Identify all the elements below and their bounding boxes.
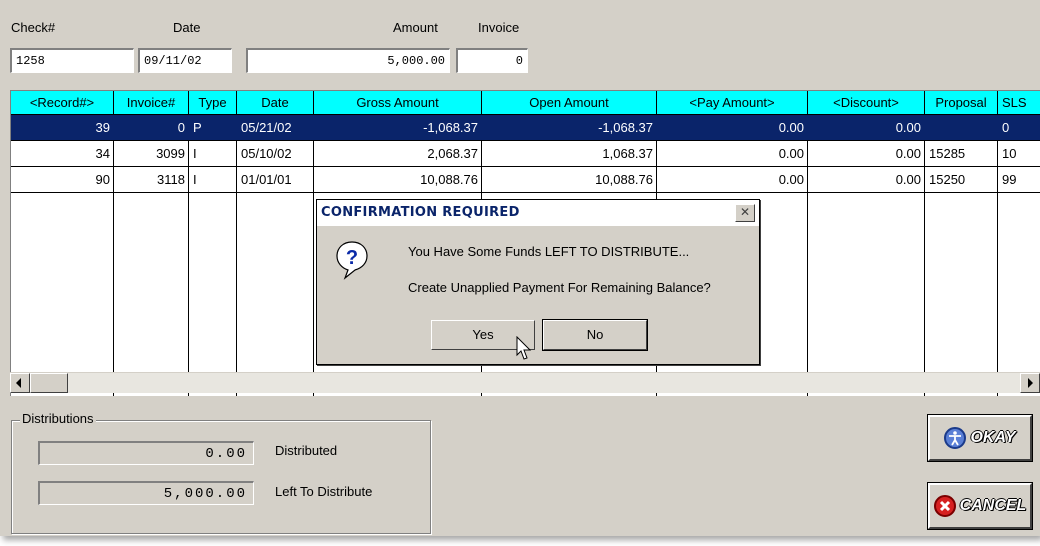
table-row[interactable]: 39 0 P 05/21/02 -1,068.37 -1,068.37 0.00…	[11, 115, 1040, 141]
cell-invoice: 3099	[156, 146, 185, 161]
okay-label: OKAY	[970, 429, 1016, 446]
cell-invoice: 3118	[157, 172, 185, 187]
cell-date: 01/01/01	[241, 172, 292, 187]
invoice-label: Invoice	[478, 20, 520, 35]
accessibility-icon	[944, 427, 967, 449]
left-to-distribute-amount: 5,000.00	[38, 481, 254, 505]
cell-date: 05/21/02	[241, 120, 292, 135]
distributions-title: Distributions	[20, 411, 96, 426]
dialog-title: CONFIRMATION REQUIRED	[317, 200, 759, 226]
cell-gross: 10,088.76	[420, 172, 478, 187]
svg-text:?: ?	[346, 247, 358, 269]
amount-field[interactable]: 5,000.00	[246, 48, 450, 73]
check-label: Check#	[11, 20, 56, 35]
col-header-open[interactable]: Open Amount	[482, 91, 657, 115]
confirmation-dialog: CONFIRMATION REQUIRED ✕ ? You Have Some …	[316, 199, 760, 365]
amount-label: Amount	[393, 20, 438, 35]
col-header-gross[interactable]: Gross Amount	[314, 91, 482, 115]
cell-discount[interactable]: 0.00	[808, 115, 925, 140]
no-button[interactable]: No	[543, 320, 647, 350]
cell-record: 34	[95, 146, 110, 161]
cell-sls: 10	[1002, 146, 1017, 161]
left-to-distribute-label: Left To Distribute	[275, 484, 373, 499]
col-header-proposal[interactable]: Proposal	[925, 91, 998, 115]
cancel-label: CANCEL	[959, 497, 1027, 514]
cell-date: 05/10/02	[241, 146, 292, 161]
okay-button[interactable]: OKAY	[928, 415, 1032, 461]
cell-pay[interactable]: 0.00	[657, 141, 808, 166]
table-row[interactable]: 34 3099 I 05/10/02 2,068.37 1,068.37 0.0…	[11, 141, 1040, 167]
col-header-sls[interactable]: SLS	[998, 91, 1040, 115]
col-header-discount[interactable]: <Discount>	[808, 91, 925, 115]
cell-proposal: 15250	[929, 172, 966, 187]
payment-distribution-window: Check# Date Amount Invoice 1258 09/11/02…	[0, 0, 1040, 536]
dialog-close-button[interactable]: ✕	[735, 204, 755, 222]
cell-discount[interactable]: 0.00	[808, 141, 925, 166]
table-row[interactable]: 90 3118 I 01/01/01 10,088.76 10,088.76 0…	[11, 167, 1040, 193]
distributed-amount: 0.00	[38, 441, 254, 465]
cell-invoice: 0	[177, 120, 185, 135]
cell-type: P	[193, 120, 202, 135]
scroll-left-button[interactable]	[10, 373, 30, 393]
cell-sls: 99	[1002, 172, 1017, 187]
cell-pay[interactable]: 0.00	[657, 115, 808, 140]
arrow-left-icon	[16, 378, 21, 388]
col-header-invoice[interactable]: Invoice#	[114, 91, 189, 115]
scroll-thumb[interactable]	[30, 373, 68, 393]
cancel-button[interactable]: CANCEL	[928, 483, 1032, 529]
cell-gross: 2,068.37	[427, 146, 478, 161]
cell-type: I	[193, 172, 197, 187]
invoice-field[interactable]: 0	[456, 48, 528, 73]
cell-record: 90	[95, 172, 110, 187]
col-header-type[interactable]: Type	[189, 91, 237, 115]
mouse-cursor-icon	[516, 335, 532, 362]
col-header-date[interactable]: Date	[237, 91, 314, 115]
cell-proposal	[925, 115, 998, 140]
cell-pay[interactable]: 0.00	[657, 167, 808, 192]
scroll-right-button[interactable]	[1020, 373, 1040, 393]
question-icon: ?	[335, 240, 369, 280]
date-label: Date	[173, 20, 201, 35]
check-number-field[interactable]: 1258	[10, 48, 134, 73]
col-header-record[interactable]: <Record#>	[11, 91, 114, 115]
cell-open: -1,068.37	[598, 120, 653, 135]
dialog-message-line1: You Have Some Funds LEFT TO DISTRIBUTE..…	[408, 244, 690, 259]
dialog-message-line2: Create Unapplied Payment For Remaining B…	[408, 280, 711, 295]
cell-gross: -1,068.37	[423, 120, 478, 135]
date-field[interactable]: 09/11/02	[138, 48, 232, 73]
cell-discount[interactable]: 0.00	[808, 167, 925, 192]
cell-open: 10,088.76	[595, 172, 653, 187]
col-header-pay[interactable]: <Pay Amount>	[657, 91, 808, 115]
distributed-label: Distributed	[275, 443, 338, 458]
close-icon: ✕	[739, 205, 751, 219]
cell-proposal: 15285	[929, 146, 966, 161]
cell-type: I	[193, 146, 197, 161]
cell-record: 39	[95, 120, 110, 135]
horizontal-scrollbar[interactable]	[10, 372, 1040, 393]
cell-sls: 0	[1002, 120, 1010, 135]
distributions-group	[11, 420, 431, 534]
cell-open: 1,068.37	[602, 146, 653, 161]
arrow-right-icon	[1028, 378, 1033, 388]
cancel-x-icon	[933, 495, 956, 517]
